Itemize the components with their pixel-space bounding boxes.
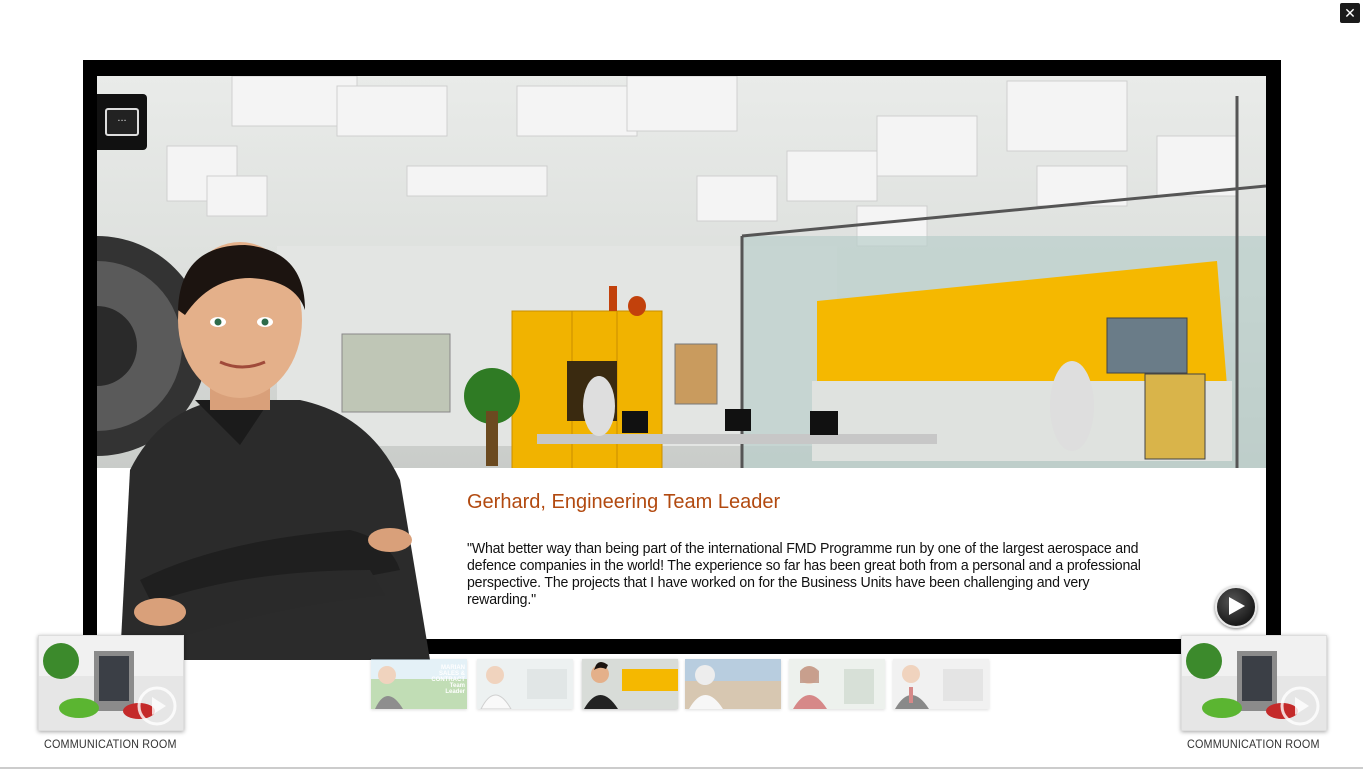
thumbnail-image	[477, 659, 573, 709]
play-button[interactable]	[1215, 586, 1257, 628]
thumbnail-caption: MARIAN SALES & CONTRACT Team Leader	[431, 665, 465, 695]
chat-toggle-button[interactable]: ...	[97, 94, 147, 150]
thumbnail-image	[685, 659, 781, 709]
thumbnail-image	[893, 659, 989, 709]
profile-name-title: Gerhard, Engineering Team Leader	[467, 491, 781, 513]
room-preview-image	[1182, 636, 1326, 730]
prev-room-label[interactable]: COMMUNICATION ROOM	[44, 737, 177, 751]
thumbnail-marian[interactable]: MARIAN SALES & CONTRACT Team Leader	[371, 659, 467, 709]
chat-bubble-icon: ...	[105, 108, 139, 136]
thumbnail-engineer-2[interactable]	[477, 659, 573, 709]
thumbnail-gerhard[interactable]	[582, 659, 678, 709]
thumbnail-image	[789, 659, 885, 709]
next-room-thumbnail[interactable]	[1181, 635, 1327, 731]
close-button[interactable]: ✕	[1340, 3, 1360, 23]
play-icon	[1229, 597, 1245, 615]
thumbnail-astronaut[interactable]	[685, 659, 781, 709]
thumbnail-image	[582, 659, 678, 709]
thumbnail-woman-red[interactable]	[789, 659, 885, 709]
profile-quote: "What better way than being part of the …	[467, 540, 1141, 608]
room-preview-image	[39, 636, 183, 730]
gerhard-avatar	[120, 242, 430, 660]
thumbnail-man-suit[interactable]	[893, 659, 989, 709]
prev-room-thumbnail[interactable]	[38, 635, 184, 731]
next-room-label[interactable]: COMMUNICATION ROOM	[1187, 737, 1320, 751]
